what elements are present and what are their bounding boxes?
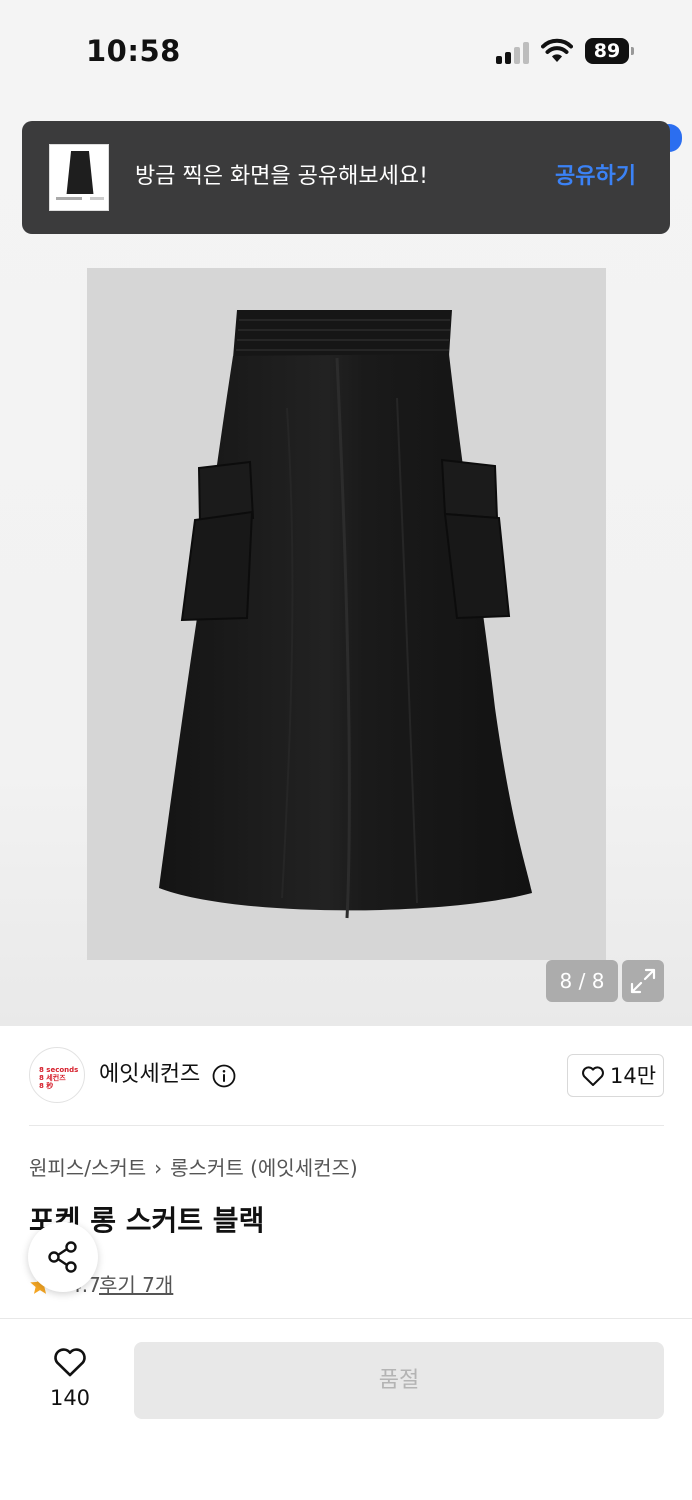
brand-name[interactable]: 에잇세컨즈	[99, 1060, 200, 1090]
wifi-icon	[541, 38, 573, 62]
product-image[interactable]	[87, 268, 606, 960]
reviews-link[interactable]: 후기 7개	[99, 1270, 173, 1300]
breadcrumb: 원피스/스커트 › 롱스커트 (에잇세컨즈)	[29, 1154, 358, 1182]
battery-level: 89	[585, 38, 629, 64]
status-time: 10:58	[86, 34, 181, 68]
share-now-button[interactable]: 공유하기	[555, 161, 636, 193]
wishlist-count: 140	[49, 1386, 91, 1410]
status-bar: 10:58 89	[0, 0, 692, 100]
heart-outline-icon	[54, 1348, 86, 1377]
screenshot-share-toast: 방금 찍은 화면을 공유해보세요! 공유하기	[22, 121, 670, 234]
brand-like-button[interactable]: 14만	[567, 1054, 664, 1097]
share-button[interactable]	[28, 1222, 98, 1292]
expand-icon	[630, 968, 656, 994]
heart-outline-icon	[582, 1066, 604, 1086]
cellular-signal-icon	[496, 40, 532, 64]
brand-like-count: 14만	[610, 1064, 657, 1088]
sold-out-button[interactable]: 품절	[134, 1342, 664, 1419]
chevron-right-icon: ›	[154, 1156, 163, 1180]
breadcrumb-subcategory[interactable]: 롱스커트 (에잇세컨즈)	[170, 1156, 358, 1180]
screenshot-thumbnail[interactable]	[49, 144, 109, 211]
skirt-illustration	[159, 310, 532, 919]
share-icon	[48, 1241, 77, 1273]
image-counter: 8 / 8	[546, 960, 618, 1002]
divider	[29, 1125, 664, 1126]
toast-message: 방금 찍은 화면을 공유해보세요!	[135, 164, 428, 189]
wishlist-button[interactable]: 140	[40, 1340, 100, 1420]
info-icon[interactable]	[212, 1064, 236, 1088]
fullscreen-button[interactable]	[622, 960, 664, 1002]
battery-icon: 89	[585, 38, 635, 64]
breadcrumb-category[interactable]: 원피스/스커트	[29, 1156, 146, 1180]
brand-logo[interactable]: 8 seconds 8 세컨즈 8 秒	[29, 1047, 85, 1103]
